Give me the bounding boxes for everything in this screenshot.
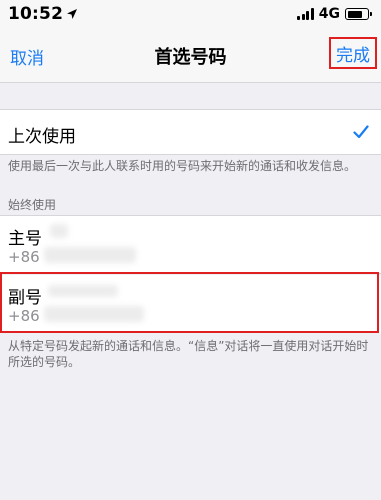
last-used-option[interactable]: 上次使用 bbox=[0, 109, 381, 155]
screen: 10:52 4G 取消 首选号码 完成 上次使用 使用最后一次与此人联系时用的号 bbox=[0, 0, 381, 500]
status-bar: 10:52 4G bbox=[0, 0, 381, 28]
page-title: 首选号码 bbox=[154, 47, 227, 68]
redacted-number bbox=[44, 306, 144, 322]
done-button-label: 完成 bbox=[336, 45, 370, 66]
status-indicators: 4G bbox=[297, 6, 372, 22]
battery-icon bbox=[345, 8, 372, 20]
always-use-footer: 从特定号码发起新的通话和信息。“信息”对话将一直使用对话开始时所选的号码。 bbox=[8, 339, 369, 369]
done-button[interactable]: 完成 bbox=[329, 37, 377, 69]
last-used-footer: 使用最后一次与此人联系时用的号码来开始新的通话和收发信息。 bbox=[8, 159, 357, 173]
signal-bars-icon bbox=[297, 8, 314, 20]
time-group: 10:52 bbox=[8, 4, 78, 24]
redacted-number bbox=[44, 247, 136, 263]
primary-number-option[interactable]: 主号 +86 bbox=[0, 215, 381, 273]
status-time: 10:52 bbox=[8, 4, 64, 24]
checkmark-icon bbox=[353, 124, 369, 143]
row-divider bbox=[0, 273, 381, 274]
primary-number-title: 主号 bbox=[8, 229, 42, 249]
primary-number-value: +86 bbox=[8, 248, 40, 266]
navigation-bar: 取消 首选号码 完成 bbox=[0, 28, 381, 83]
network-type: 4G bbox=[318, 6, 340, 22]
redacted-number bbox=[48, 285, 118, 297]
last-used-label: 上次使用 bbox=[8, 127, 76, 147]
always-use-header: 始终使用 bbox=[8, 198, 57, 212]
secondary-number-title: 副号 bbox=[8, 288, 42, 308]
redacted-number bbox=[50, 224, 68, 238]
location-arrow-icon bbox=[66, 8, 78, 20]
secondary-number-value: +86 bbox=[8, 307, 40, 325]
secondary-number-option[interactable]: 副号 +86 bbox=[0, 275, 381, 333]
